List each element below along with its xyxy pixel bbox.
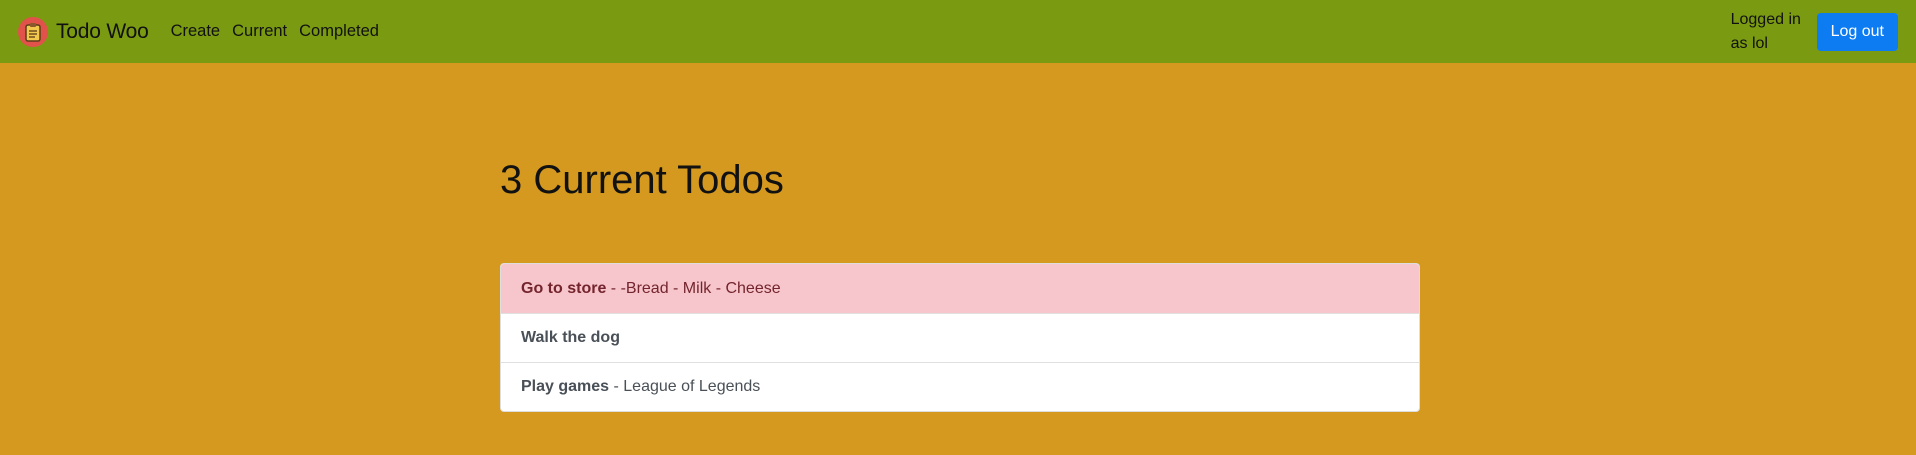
clipboard-logo-icon — [18, 16, 48, 47]
todo-item[interactable]: Go to store - -Bread - Milk - Cheese — [501, 264, 1419, 313]
nav-link-current[interactable]: Current — [232, 22, 287, 41]
brand-name: Todo Woo — [56, 19, 149, 43]
nav-link-create[interactable]: Create — [171, 22, 221, 41]
todo-item[interactable]: Walk the dog — [501, 313, 1419, 362]
todo-title: Play games — [521, 378, 610, 395]
logged-in-status: Logged in as lol — [1730, 10, 1801, 52]
nav-link-completed[interactable]: Completed — [299, 22, 379, 41]
user-area: Logged in as lol Log out — [1731, 8, 1898, 56]
todo-list: Go to store - -Bread - Milk - Cheese Wal… — [500, 263, 1420, 412]
todo-title: Walk the dog — [521, 329, 620, 346]
todo-title: Go to store — [521, 279, 607, 297]
page-title: 3 Current Todos — [500, 158, 784, 202]
logout-button[interactable]: Log out — [1816, 12, 1898, 51]
brand-link[interactable]: Todo Woo — [18, 16, 149, 47]
top-navbar: Todo Woo Create Current Completed Logged… — [0, 0, 1916, 63]
todo-memo: - League of Legends — [609, 378, 761, 395]
todo-memo: - -Bread - Milk - Cheese — [606, 279, 781, 297]
todo-item[interactable]: Play games - League of Legends — [501, 362, 1419, 411]
nav-links: Create Current Completed — [171, 22, 379, 41]
